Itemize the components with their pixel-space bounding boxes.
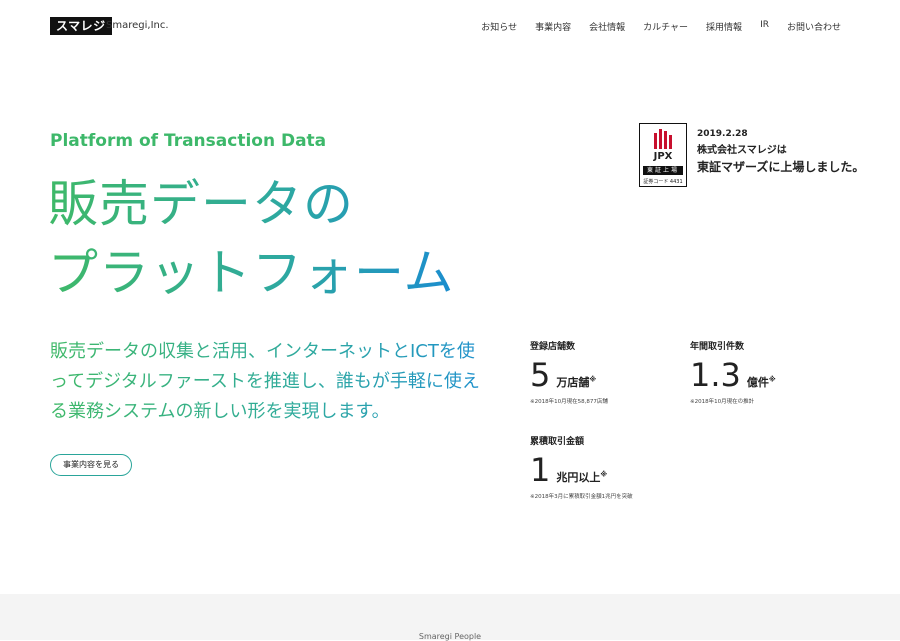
stat-note: ※2018年10月現在58,877店舗 xyxy=(530,399,608,405)
listing-announcement[interactable]: 2019.2.28 株式会社スマレジは 東証マザーズに上場しました。 xyxy=(697,129,864,175)
business-cta-button[interactable]: 事業内容を見る xyxy=(50,454,132,476)
global-nav: お知らせ 事業内容 会社情報 カルチャー 採用情報 IR お問い合わせ xyxy=(481,20,841,33)
headline-line-1: 販売データの xyxy=(48,175,354,233)
hero-headline: 販売データの プラットフォーム xyxy=(48,170,468,308)
nav-culture[interactable]: カルチャー xyxy=(643,20,688,33)
stat-number: 5 xyxy=(530,356,551,394)
people-section: Smaregi People xyxy=(0,594,900,641)
jpx-security-code: 証券コード 4431 xyxy=(643,179,683,185)
stat-amount: 累積取引金額 1 兆円以上※ ※2018年3月に累積取引金額1兆円を突破 xyxy=(530,434,633,500)
jpx-badge: JPX 東証上場 証券コード 4431 xyxy=(639,123,687,187)
headline-line-2: プラットフォーム xyxy=(48,244,455,302)
stat-unit: 万店舗※ xyxy=(556,375,597,389)
site-header: スマレジ Smaregi,Inc. お知らせ 事業内容 会社情報 カルチャー 採… xyxy=(0,0,900,54)
company-name: Smaregi,Inc. xyxy=(106,20,169,31)
stat-label: 登録店舗数 xyxy=(530,342,576,352)
listing-date: 2019.2.28 xyxy=(697,129,748,139)
stat-unit: 兆円以上※ xyxy=(556,470,608,484)
jpx-listed-band: 東証上場 xyxy=(643,166,683,175)
jpx-label: JPX xyxy=(653,151,673,162)
hero-tagline: Platform of Transaction Data xyxy=(50,131,327,151)
nav-business[interactable]: 事業内容 xyxy=(535,20,571,33)
stat-note: ※2018年10月現在の推計 xyxy=(690,399,755,405)
stat-label: 累積取引金額 xyxy=(530,437,585,447)
smaregi-logo[interactable]: スマレジ xyxy=(50,17,112,35)
listing-line-2: 東証マザーズに上場しました。 xyxy=(697,160,865,174)
stat-number: 1.3 xyxy=(690,356,741,394)
jpx-logo-icon xyxy=(654,129,672,149)
nav-ir[interactable]: IR xyxy=(760,20,769,33)
hero-lead: 販売データの収集と活用、インターネットとICTを使ってデジタルファーストを推進し… xyxy=(50,337,490,427)
stat-note: ※2018年3月に累積取引金額1兆円を突破 xyxy=(530,494,633,500)
nav-company[interactable]: 会社情報 xyxy=(589,20,625,33)
stat-label: 年間取引件数 xyxy=(690,342,745,352)
stat-transactions: 年間取引件数 1.3 億件※ ※2018年10月現在の推計 xyxy=(690,339,776,405)
nav-recruit[interactable]: 採用情報 xyxy=(706,20,742,33)
stat-stores: 登録店舗数 5 万店舗※ ※2018年10月現在58,877店舗 xyxy=(530,339,608,405)
stat-unit: 億件※ xyxy=(746,375,776,389)
nav-news[interactable]: お知らせ xyxy=(481,20,517,33)
nav-contact[interactable]: お問い合わせ xyxy=(787,20,841,33)
stat-number: 1 xyxy=(530,451,551,489)
listing-line-1: 株式会社スマレジは xyxy=(697,145,787,156)
